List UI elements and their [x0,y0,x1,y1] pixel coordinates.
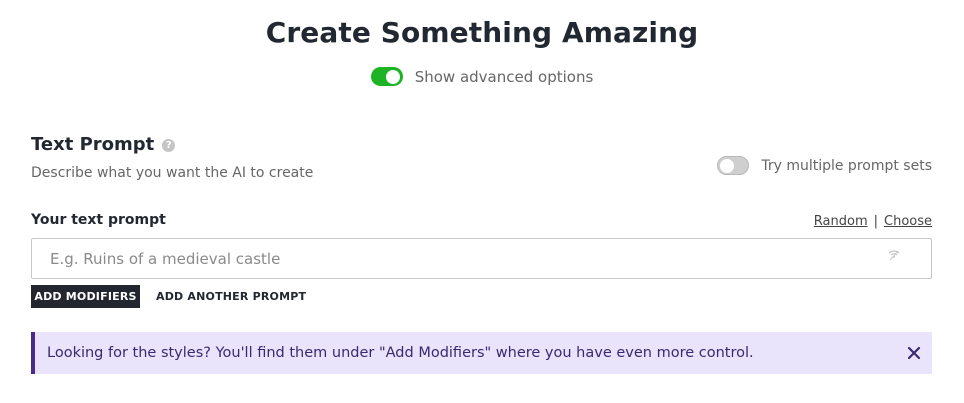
prompt-links: Random | Choose [814,214,932,229]
toggle-knob [720,158,735,173]
link-separator: | [873,214,878,229]
toggle-knob [385,69,400,84]
choose-link[interactable]: Choose [884,214,932,229]
close-icon[interactable] [907,346,921,360]
multiple-prompt-sets-row: Try multiple prompt sets [717,156,932,175]
random-link[interactable]: Random [814,214,868,229]
multiple-prompt-sets-label[interactable]: Try multiple prompt sets [761,158,932,174]
styles-info-banner: Looking for the styles? You'll find them… [31,332,932,374]
advanced-options-row: Show advanced options [0,67,964,86]
banner-message: Looking for the styles? You'll find them… [47,345,754,361]
text-prompt-field-label: Your text prompt [31,212,166,228]
text-prompt-box [31,238,932,279]
advanced-options-label[interactable]: Show advanced options [415,68,594,86]
multiple-prompt-sets-toggle[interactable] [717,156,750,175]
text-prompt-input[interactable] [32,239,890,278]
text-prompt-description: Describe what you want the AI to create [31,165,314,181]
page-title: Create Something Amazing [265,16,699,49]
add-another-prompt-button[interactable]: ADD ANOTHER PROMPT [156,285,306,308]
text-prompt-title: Text Prompt [31,134,155,155]
voice-input-icon[interactable] [887,248,901,262]
advanced-options-toggle[interactable] [370,67,403,86]
add-modifiers-button[interactable]: ADD MODIFIERS [31,285,140,308]
text-prompt-heading: Text Prompt ? [31,134,176,155]
help-icon[interactable]: ? [162,139,176,152]
